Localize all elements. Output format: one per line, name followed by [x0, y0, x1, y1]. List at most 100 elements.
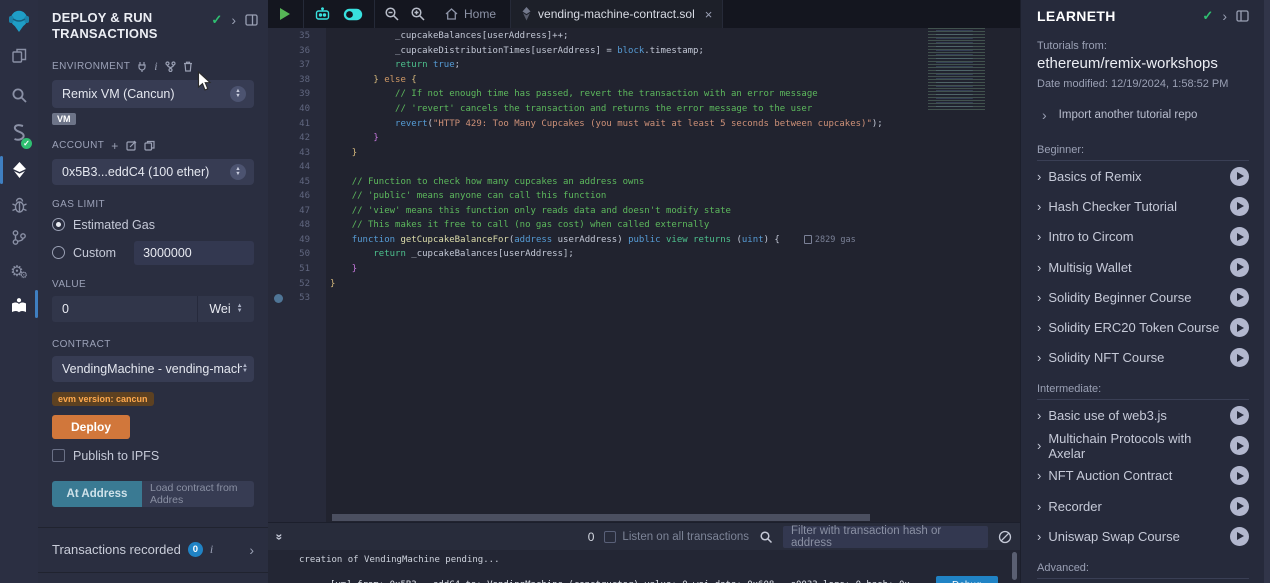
- source-control-icon[interactable]: [0, 222, 38, 252]
- code-line[interactable]: 37 return true;: [268, 58, 1020, 73]
- custom-gas-input[interactable]: 3000000: [134, 241, 254, 265]
- play-tutorial-button[interactable]: [1230, 167, 1249, 186]
- learneth-book-icon[interactable]: [0, 291, 38, 321]
- code-line[interactable]: 38 } else {: [268, 73, 1020, 88]
- code-line[interactable]: 39 // If not enough time has passed, rev…: [268, 87, 1020, 102]
- play-tutorial-button[interactable]: [1230, 406, 1249, 425]
- estimated-gas-radio[interactable]: [52, 218, 65, 231]
- plugin-manager-icon[interactable]: ⚙⚙: [0, 256, 38, 286]
- code-text[interactable]: }: [330, 264, 357, 274]
- line-number[interactable]: 41: [268, 119, 310, 129]
- line-number[interactable]: 37: [268, 60, 310, 70]
- play-tutorial-button[interactable]: [1230, 497, 1249, 516]
- code-text[interactable]: }: [330, 279, 335, 289]
- code-line[interactable]: 51 }: [268, 262, 1020, 277]
- custom-gas-radio[interactable]: [52, 246, 65, 259]
- deploy-run-icon[interactable]: [0, 155, 38, 185]
- line-number[interactable]: 40: [268, 104, 310, 114]
- code-text[interactable]: // This makes it free to call (no gas co…: [330, 220, 709, 230]
- line-number[interactable]: 36: [268, 46, 310, 56]
- line-number[interactable]: 52: [268, 279, 310, 289]
- line-number[interactable]: 48: [268, 220, 310, 230]
- tab-home[interactable]: Home: [431, 0, 510, 28]
- learneth-chevron-icon[interactable]: ›: [1222, 8, 1227, 24]
- transactions-info-icon[interactable]: i: [210, 542, 213, 557]
- code-line[interactable]: 41 revert("HTTP 429: Too Many Cupcakes (…: [268, 116, 1020, 131]
- code-text[interactable]: } else {: [330, 75, 417, 85]
- line-number[interactable]: 43: [268, 148, 310, 158]
- copy-address-icon[interactable]: [144, 140, 155, 151]
- add-account-icon[interactable]: +: [111, 139, 118, 153]
- remix-logo-icon[interactable]: [0, 6, 38, 36]
- play-tutorial-button[interactable]: [1230, 197, 1249, 216]
- code-line[interactable]: 50 return _cupcakeBalances[userAddress];: [268, 247, 1020, 262]
- debugger-icon[interactable]: [0, 190, 38, 220]
- file-explorer-icon[interactable]: [0, 40, 38, 70]
- code-line[interactable]: 53: [268, 291, 1020, 306]
- tutorial-item[interactable]: ›Recorder: [1037, 491, 1249, 521]
- code-line[interactable]: 35 _cupcakeBalances[userAddress]++;: [268, 29, 1020, 44]
- terminal-filter-input[interactable]: Filter with transaction hash or address: [783, 526, 988, 548]
- contract-select[interactable]: VendingMachine - vending-machin ▲▼: [52, 356, 254, 382]
- code-line[interactable]: 52}: [268, 276, 1020, 291]
- estimated-gas-option[interactable]: Estimated Gas: [52, 218, 254, 232]
- code-line[interactable]: 49 function getCupcakeBalanceFor(address…: [268, 233, 1020, 248]
- code-text[interactable]: revert("HTTP 429: Too Many Cupcakes (you…: [330, 119, 883, 129]
- code-text[interactable]: // 'view' means this function only reads…: [330, 206, 731, 216]
- zoom-in-icon[interactable]: [410, 6, 426, 22]
- play-tutorial-button[interactable]: [1230, 227, 1249, 246]
- tutorial-item[interactable]: ›Uniswap Swap Course: [1037, 521, 1249, 551]
- terminal-search-icon[interactable]: [759, 530, 773, 544]
- value-unit-select[interactable]: Wei ▲▼: [197, 296, 254, 322]
- code-line[interactable]: 48 // This makes it free to call (no gas…: [268, 218, 1020, 233]
- code-line[interactable]: 46 // 'public' means anyone can call thi…: [268, 189, 1020, 204]
- code-line[interactable]: 45 // Function to check how many cupcake…: [268, 174, 1020, 189]
- copilot-toggle-icon[interactable]: [343, 8, 363, 21]
- code-text[interactable]: // If not enough time has passed, revert…: [330, 89, 818, 99]
- at-address-button[interactable]: At Address: [52, 481, 142, 507]
- clear-terminal-icon[interactable]: [998, 530, 1012, 544]
- search-icon[interactable]: [0, 80, 38, 110]
- play-tutorial-button[interactable]: [1230, 527, 1249, 546]
- play-tutorial-button[interactable]: [1230, 436, 1249, 455]
- editor-horizontal-scrollbar[interactable]: [332, 514, 870, 521]
- code-line[interactable]: 36 _cupcakeDistributionTimes[userAddress…: [268, 44, 1020, 59]
- pin-panel-icon[interactable]: [245, 14, 258, 26]
- tutorial-item[interactable]: ›Solidity NFT Course: [1037, 343, 1249, 373]
- breakpoint-icon[interactable]: [274, 294, 283, 303]
- fork-icon[interactable]: [165, 61, 176, 72]
- import-repo-row[interactable]: › Import another tutorial repo: [1037, 107, 1249, 123]
- environment-info-icon[interactable]: i: [154, 59, 158, 74]
- publish-ipfs-checkbox[interactable]: [52, 449, 65, 462]
- line-number[interactable]: 39: [268, 89, 310, 99]
- zoom-out-icon[interactable]: [384, 6, 400, 22]
- listen-all-option[interactable]: Listen on all transactions: [604, 531, 749, 543]
- tutorial-item[interactable]: ›All about Proxy Contracts: [1037, 579, 1249, 583]
- trash-icon[interactable]: [183, 61, 193, 72]
- line-number[interactable]: 45: [268, 177, 310, 187]
- transactions-recorded-row[interactable]: Transactions recorded 0 i ›: [38, 527, 268, 572]
- account-select[interactable]: 0x5B3...eddC4 (100 ether) ▲▼: [52, 159, 254, 185]
- tutorial-item[interactable]: ›Solidity Beginner Course: [1037, 282, 1249, 312]
- terminal-scrollbar[interactable]: [1012, 552, 1017, 580]
- tutorial-item[interactable]: ›Intro to Circom: [1037, 222, 1249, 252]
- publish-ipfs-option[interactable]: Publish to IPFS: [52, 449, 254, 463]
- code-text[interactable]: _cupcakeDistributionTimes[userAddress] =…: [330, 46, 704, 56]
- expand-transactions-icon[interactable]: ›: [249, 542, 254, 558]
- expand-terminal-icon[interactable]: »: [272, 533, 286, 540]
- editor-minimap[interactable]: [924, 28, 1016, 110]
- learneth-pin-icon[interactable]: [1236, 10, 1249, 22]
- plug-icon[interactable]: [137, 61, 147, 72]
- code-line[interactable]: 43 }: [268, 145, 1020, 160]
- line-number[interactable]: 35: [268, 31, 310, 41]
- run-script-icon[interactable]: [280, 8, 290, 20]
- line-number[interactable]: 47: [268, 206, 310, 216]
- tutorial-item[interactable]: ›Solidity ERC20 Token Course: [1037, 312, 1249, 342]
- line-number[interactable]: 46: [268, 191, 310, 201]
- play-tutorial-button[interactable]: [1230, 258, 1249, 277]
- play-tutorial-button[interactable]: [1230, 348, 1249, 367]
- environment-select[interactable]: Remix VM (Cancun) ▲▼: [52, 80, 254, 108]
- tutorial-item[interactable]: ›NFT Auction Contract: [1037, 461, 1249, 491]
- panel-chevron-icon[interactable]: ›: [231, 12, 236, 28]
- code-text[interactable]: return _cupcakeBalances[userAddress];: [330, 249, 574, 259]
